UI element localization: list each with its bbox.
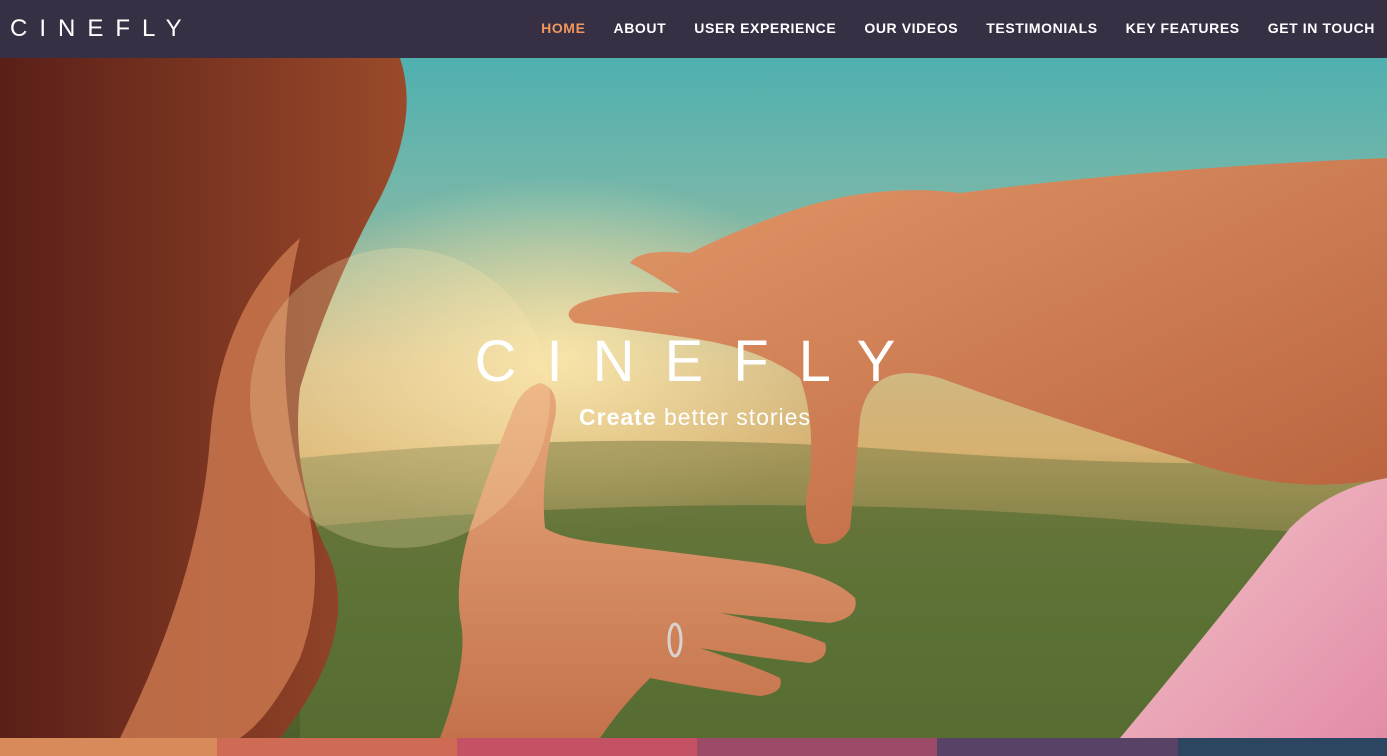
- nav-testimonials[interactable]: TESTIMONIALS: [986, 20, 1097, 36]
- color-strip-segment-3: [457, 738, 697, 756]
- color-strip-footer: [0, 738, 1387, 756]
- hero-photo: [0, 58, 1387, 738]
- nav-home[interactable]: HOME: [541, 20, 585, 36]
- hero-tagline: Create better stories: [470, 404, 920, 431]
- color-strip-segment-5: [937, 738, 1178, 756]
- hero-banner: CINEFLY Create better stories: [0, 58, 1387, 738]
- color-strip-segment-2: [217, 738, 457, 756]
- nav-about[interactable]: ABOUT: [614, 20, 667, 36]
- tagline-rest: better stories: [664, 404, 811, 430]
- color-strip-segment-6: [1178, 738, 1387, 756]
- nav-key-features[interactable]: KEY FEATURES: [1126, 20, 1240, 36]
- hero-title: CINEFLY: [474, 329, 926, 394]
- tagline-strong: Create: [579, 404, 657, 430]
- cinefly-logo[interactable]: CINEFLY: [10, 14, 194, 44]
- nav-our-videos[interactable]: OUR VIDEOS: [864, 20, 958, 36]
- color-strip-segment-1: [0, 738, 217, 756]
- color-strip-segment-4: [697, 738, 937, 756]
- top-navigation-bar: CINEFLY HOME ABOUT USER EXPERIENCE OUR V…: [0, 0, 1387, 58]
- nav-user-experience[interactable]: USER EXPERIENCE: [694, 20, 836, 36]
- nav-get-in-touch[interactable]: GET IN TOUCH: [1268, 20, 1375, 36]
- main-nav: HOME ABOUT USER EXPERIENCE OUR VIDEOS TE…: [513, 0, 1375, 56]
